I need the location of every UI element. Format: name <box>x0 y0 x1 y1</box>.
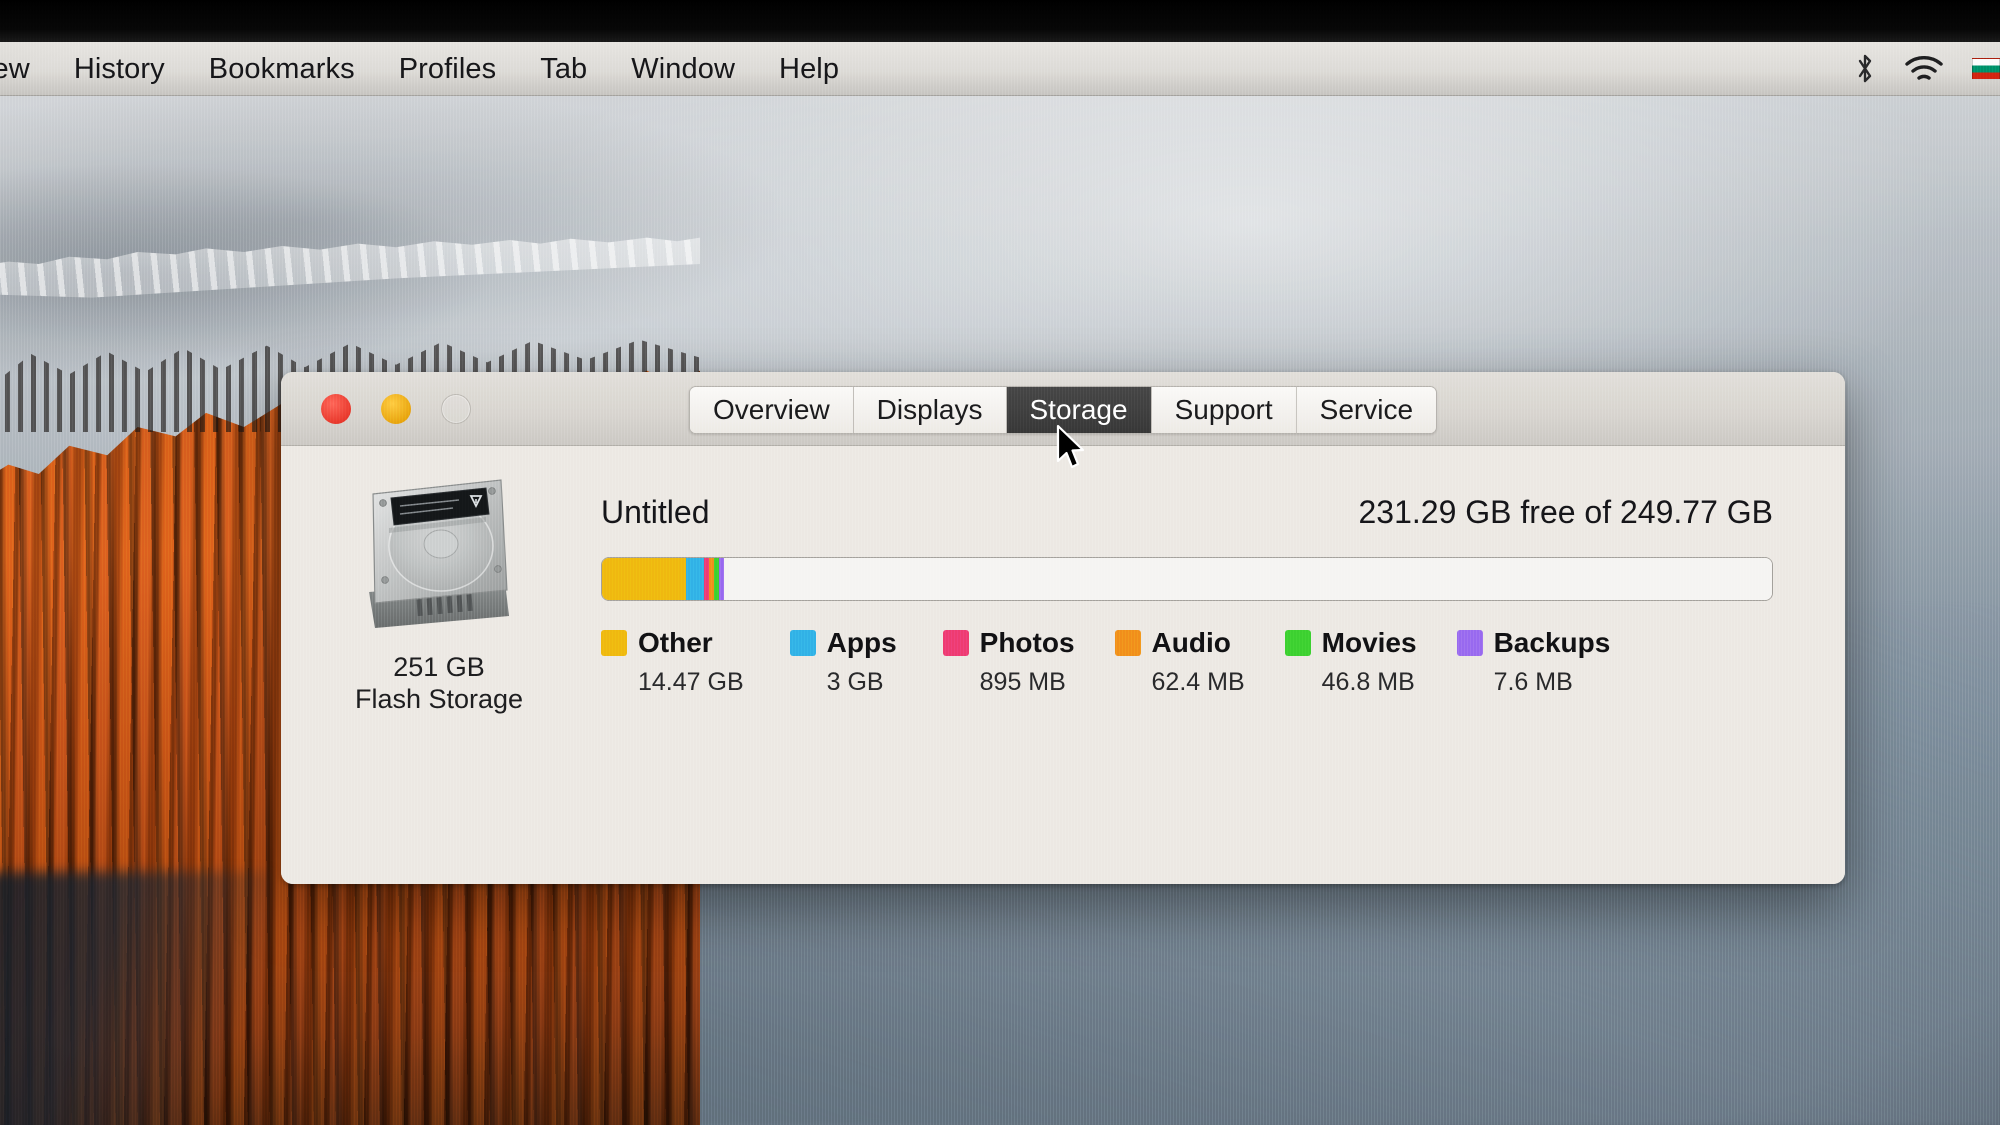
drive-capacity: 251 GB <box>393 652 485 682</box>
legend-value-photos: 895 MB <box>979 668 1066 696</box>
bulgaria-flag-icon[interactable] <box>1972 57 2000 80</box>
volume-free-space: 231.29 GB free of 249.77 GB <box>1358 494 1774 530</box>
volume-name: Untitled <box>601 494 710 530</box>
legend-item-other: Other 14.47 GB <box>601 627 744 697</box>
menu-item-tab[interactable]: Tab <box>518 42 609 96</box>
legend-swatch-backups <box>1456 630 1483 656</box>
system-information-window: Overview Displays Storage Support Servic… <box>281 372 1845 884</box>
window-content: 251 GB Flash Storage Untitled 231.29 GB … <box>281 446 1845 884</box>
drive-label: 251 GB Flash Storage <box>355 652 523 716</box>
storage-bar <box>601 557 1773 601</box>
menu-item-profiles[interactable]: Profiles <box>377 42 519 96</box>
menu-bar-items: iew History Bookmarks Profiles Tab Windo… <box>0 42 861 95</box>
volume-header: Untitled 231.29 GB free of 249.77 GB <box>601 494 1773 531</box>
legend-label-apps: Apps <box>826 627 897 658</box>
menu-bar: iew History Bookmarks Profiles Tab Windo… <box>0 42 2000 96</box>
display-bezel <box>0 0 2000 42</box>
legend-label-audio: Audio <box>1151 627 1231 658</box>
menu-item-help[interactable]: Help <box>757 42 861 96</box>
tab-displays[interactable]: Displays <box>853 387 1007 433</box>
legend-label-other: Other <box>638 627 713 658</box>
tab-service[interactable]: Service <box>1296 387 1437 433</box>
legend-value-other: 14.47 GB <box>638 668 744 696</box>
legend-value-audio: 62.4 MB <box>1151 668 1245 696</box>
storage-legend: Other 14.47 GB Apps 3 GB Photos 895 MB A… <box>601 627 1773 697</box>
menu-item-history[interactable]: History <box>52 42 187 96</box>
menu-item-bookmarks[interactable]: Bookmarks <box>187 42 377 96</box>
legend-swatch-other <box>601 630 627 656</box>
legend-swatch-photos <box>942 630 969 656</box>
legend-swatch-apps <box>789 630 816 656</box>
close-button[interactable] <box>321 393 351 424</box>
legend-item-photos: Photos 895 MB <box>942 627 1075 697</box>
zoom-button[interactable] <box>441 393 471 424</box>
legend-value-backups: 7.6 MB <box>1493 668 1573 696</box>
screen-photo: iew History Bookmarks Profiles Tab Windo… <box>0 0 2000 1125</box>
menu-bar-status-area <box>1854 52 2000 86</box>
drive-column: 251 GB Flash Storage <box>329 470 549 716</box>
legend-label-backups: Backups <box>1493 627 1611 658</box>
legend-value-apps: 3 GB <box>826 668 884 696</box>
menu-item-view[interactable]: iew <box>0 42 52 96</box>
bluetooth-icon[interactable] <box>1854 52 1876 86</box>
storage-panel: Untitled 231.29 GB free of 249.77 GB Oth… <box>601 494 1773 697</box>
legend-swatch-audio <box>1114 630 1141 656</box>
legend-value-movies: 46.8 MB <box>1321 668 1415 696</box>
drive-kind: Flash Storage <box>354 683 524 714</box>
tab-storage[interactable]: Storage <box>1006 387 1152 433</box>
legend-item-movies: Movies 46.8 MB <box>1284 627 1417 697</box>
menu-item-window[interactable]: Window <box>609 42 757 96</box>
minimize-button[interactable] <box>381 393 411 424</box>
tab-overview[interactable]: Overview <box>689 387 854 433</box>
tab-bar: Overview Displays Storage Support Servic… <box>688 386 1438 434</box>
legend-swatch-movies <box>1284 630 1311 656</box>
legend-item-backups: Backups 7.6 MB <box>1456 627 1611 697</box>
wallpaper-ravine <box>0 872 270 1125</box>
legend-item-audio: Audio 62.4 MB <box>1114 627 1245 697</box>
window-controls <box>281 393 471 424</box>
legend-label-movies: Movies <box>1321 627 1417 658</box>
legend-label-photos: Photos <box>979 627 1075 658</box>
storage-segment-other <box>602 558 687 600</box>
hard-disk-icon <box>355 470 523 640</box>
tab-support[interactable]: Support <box>1151 387 1297 433</box>
storage-segment-apps <box>686 558 704 600</box>
wifi-icon[interactable] <box>1904 54 1944 84</box>
legend-item-apps: Apps 3 GB <box>789 627 897 697</box>
storage-segment-free <box>723 558 1772 600</box>
window-titlebar[interactable]: Overview Displays Storage Support Servic… <box>281 372 1845 446</box>
